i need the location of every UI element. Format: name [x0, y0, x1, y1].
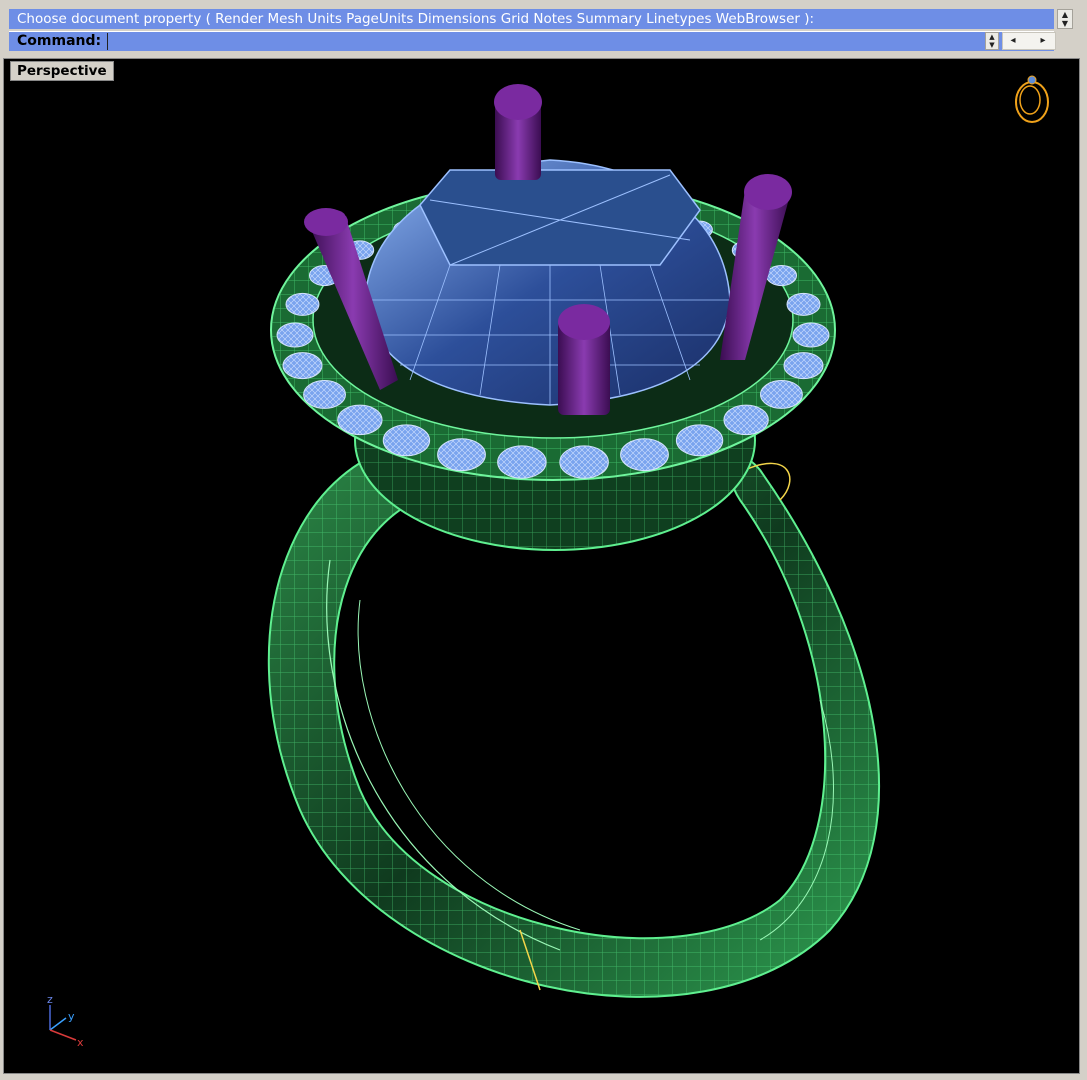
- halo-gem-wire: [620, 438, 669, 471]
- halo-gem-wire: [282, 352, 323, 379]
- axis-z-label: z: [47, 993, 53, 1006]
- halo-gem-wire: [286, 293, 319, 316]
- ring-preview-icon[interactable]: [1015, 75, 1049, 123]
- ring-3d-model: z y x: [47, 75, 1049, 1049]
- prong-back-top: [494, 84, 542, 180]
- halo-gem-wire: [277, 323, 313, 347]
- halo-gem-wire: [760, 380, 803, 409]
- viewport-title-tab[interactable]: Perspective: [10, 61, 114, 81]
- axis-y-label: y: [68, 1010, 75, 1023]
- halo-gem-wire: [559, 445, 609, 479]
- halo-gem-wire: [303, 380, 346, 409]
- halo-gem-wire: [723, 405, 769, 435]
- axis-x-label: x: [77, 1036, 84, 1049]
- halo-gem-wire: [783, 352, 824, 379]
- halo-gem-wire: [766, 265, 797, 286]
- halo-gem-wire: [676, 424, 723, 456]
- halo-gem-wire: [437, 438, 486, 471]
- halo-gem-wire: [337, 405, 383, 435]
- halo-gem-wire: [793, 323, 829, 347]
- prong-front: [558, 304, 610, 415]
- halo-gem-wire: [787, 293, 820, 316]
- halo-gem-wire: [383, 424, 430, 456]
- halo-gem-wire: [497, 445, 547, 479]
